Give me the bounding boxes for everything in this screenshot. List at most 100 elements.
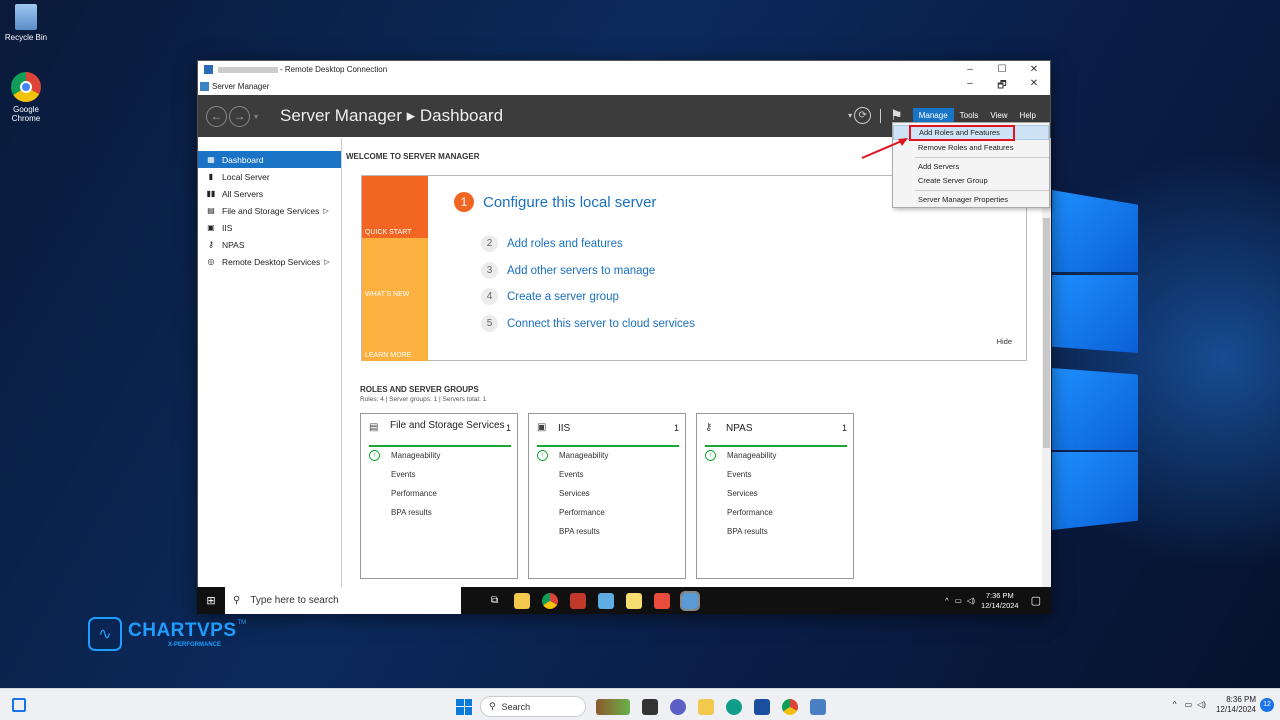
widgets-icon[interactable]	[12, 697, 26, 712]
card-line-manageability[interactable]: Manageability	[727, 451, 776, 460]
sidebar-item-local-server[interactable]: ▮ Local Server	[198, 168, 341, 185]
taskbar-search-box[interactable]: ⚲ Type here to search	[225, 587, 461, 614]
card-line-events[interactable]: Events	[727, 470, 751, 479]
card-line-performance[interactable]: Performance	[727, 508, 773, 517]
card-line-bpa[interactable]: BPA results	[559, 527, 600, 536]
close-button[interactable]: ✕	[1018, 64, 1050, 75]
server-manager-titlebar[interactable]: Server Manager – 🗗 ✕	[198, 78, 1050, 95]
network-icon[interactable]: ▭	[1185, 700, 1193, 709]
local-search-box[interactable]: ⚲ Search	[480, 696, 586, 717]
desktop-icon-label: Recycle Bin	[4, 33, 48, 42]
app-icon[interactable]	[570, 592, 587, 609]
forward-button[interactable]: →	[229, 105, 250, 127]
card-line-manageability[interactable]: Manageability	[391, 451, 440, 460]
windows-start-icon[interactable]	[456, 698, 472, 715]
menu-help[interactable]: Help	[1014, 108, 1042, 123]
store-icon[interactable]	[754, 698, 770, 715]
remote-clock-time[interactable]: 7:36 PM	[981, 591, 1019, 601]
sidebar-item-remote-desktop[interactable]: ◎ Remote Desktop Services ▷	[198, 253, 341, 270]
app-icon[interactable]	[598, 592, 615, 609]
desktop-icon-recycle-bin[interactable]: Recycle Bin	[0, 4, 56, 42]
menu-view[interactable]: View	[984, 108, 1013, 123]
sidebar-item-npas[interactable]: ⚷ NPAS	[198, 236, 341, 253]
tile-quick-start[interactable]: QUICK START	[362, 176, 428, 238]
brand-sub: X-PERFORMANCE	[168, 642, 222, 648]
file-storage-icon: ▤	[369, 422, 379, 433]
chrome-icon[interactable]	[542, 592, 559, 609]
remote-desktop-taskbar-icon[interactable]	[810, 698, 826, 715]
card-line-services[interactable]: Services	[559, 489, 590, 498]
start-button[interactable]: ⊞	[197, 594, 225, 607]
app-icon[interactable]	[654, 592, 671, 609]
add-servers-link[interactable]: 3 Add other servers to manage	[481, 262, 655, 279]
tray-chevron-icon[interactable]: ^	[1173, 700, 1177, 709]
volume-icon[interactable]: ◁)	[1197, 700, 1206, 709]
server-manager-taskbar-icon[interactable]	[680, 590, 701, 611]
menu-tools[interactable]: Tools	[954, 108, 985, 123]
volume-icon[interactable]: ◁)	[967, 596, 975, 605]
sidebar-item-dashboard[interactable]: ▦ Dashboard	[198, 151, 341, 168]
menu-manage[interactable]: Manage	[912, 108, 954, 123]
status-up-icon: ↑	[369, 450, 380, 461]
card-line-performance[interactable]: Performance	[559, 508, 605, 517]
network-icon[interactable]: ▭	[955, 596, 962, 605]
menu-remove-roles-features[interactable]: Remove Roles and Features	[893, 140, 1049, 155]
minimize-button[interactable]: –	[954, 64, 986, 75]
sidebar-item-all-servers[interactable]: ▮▮ All Servers	[198, 185, 341, 202]
cloud-services-link[interactable]: 5 Connect this server to cloud services	[481, 315, 695, 332]
task-view-icon[interactable]: ⧉	[491, 595, 498, 606]
sm-minimize-button[interactable]: –	[954, 78, 986, 95]
sidebar-item-file-storage[interactable]: ▤ File and Storage Services ▷	[198, 202, 341, 219]
nav-dropdown-icon[interactable]: ▾	[254, 112, 258, 121]
create-group-link[interactable]: 4 Create a server group	[481, 288, 619, 305]
notepad-icon[interactable]	[626, 592, 643, 609]
card-line-bpa[interactable]: BPA results	[727, 527, 768, 536]
tile-learn-more[interactable]: LEARN MORE	[362, 300, 428, 361]
card-line-events[interactable]: Events	[391, 470, 415, 479]
role-card-iis[interactable]: ▣ IIS 1 ↑ Manageability Events Services Pe…	[528, 413, 686, 579]
desktop-icon-google-chrome[interactable]: Google Chrome	[0, 72, 56, 123]
task-view-icon[interactable]	[642, 698, 658, 715]
back-button[interactable]: ←	[206, 105, 227, 127]
role-card-npas[interactable]: ⚷ NPAS 1 ↑ Manageability Events Services P…	[696, 413, 854, 579]
file-explorer-icon[interactable]	[698, 698, 714, 715]
add-roles-link[interactable]: 2 Add roles and features	[481, 235, 623, 252]
local-clock-time[interactable]: 8:36 PM	[1216, 695, 1256, 705]
remote-clock-date[interactable]: 12/14/2024	[981, 601, 1019, 611]
maximize-button[interactable]: ☐	[986, 64, 1018, 75]
chrome-icon[interactable]	[782, 698, 798, 715]
sm-close-button[interactable]: ✕	[1018, 78, 1050, 95]
rdp-titlebar[interactable]: - Remote Desktop Connection – ☐ ✕	[198, 61, 1050, 78]
step-number: 4	[481, 288, 498, 305]
hide-link[interactable]: Hide	[997, 337, 1012, 346]
brand-tm: TM	[237, 620, 247, 626]
card-line-services[interactable]: Services	[727, 489, 758, 498]
notification-icon[interactable]: ▢	[1031, 594, 1041, 607]
refresh-icon[interactable]: ⟳	[854, 107, 872, 124]
edge-icon[interactable]	[726, 698, 742, 715]
card-line-manageability[interactable]: Manageability	[559, 451, 608, 460]
chat-icon[interactable]	[670, 698, 686, 715]
role-card-file-storage[interactable]: ▤ File and Storage Services 1 ↑ Manageabil…	[360, 413, 518, 579]
configure-local-server-link[interactable]: 1 Configure this local server	[454, 192, 656, 212]
card-title: IIS	[558, 423, 571, 434]
notification-badge[interactable]: 12	[1260, 697, 1274, 712]
file-explorer-icon[interactable]	[514, 592, 531, 609]
scrollbar-thumb[interactable]	[1043, 218, 1050, 448]
separator	[880, 108, 882, 123]
search-highlight-icon[interactable]	[596, 698, 630, 715]
tray-chevron-icon[interactable]: ^	[945, 596, 949, 605]
card-line-performance[interactable]: Performance	[391, 489, 437, 498]
tile-whats-new[interactable]: WHAT'S NEW	[362, 238, 428, 300]
card-line-bpa[interactable]: BPA results	[391, 508, 432, 517]
sm-restore-button[interactable]: 🗗	[986, 78, 1018, 95]
menu-server-manager-properties[interactable]: Server Manager Properties	[893, 193, 1049, 206]
sidebar-item-iis[interactable]: ▣ IIS	[198, 219, 341, 236]
menu-create-server-group[interactable]: Create Server Group	[893, 173, 1049, 188]
card-line-events[interactable]: Events	[559, 470, 583, 479]
menu-add-servers[interactable]: Add Servers	[893, 160, 1049, 173]
server-icon: ▮	[208, 172, 214, 181]
rdp-host-blurred	[218, 66, 278, 73]
local-clock-date[interactable]: 12/14/2024	[1216, 705, 1256, 715]
refresh-dropdown-icon[interactable]: ▾	[848, 111, 852, 120]
